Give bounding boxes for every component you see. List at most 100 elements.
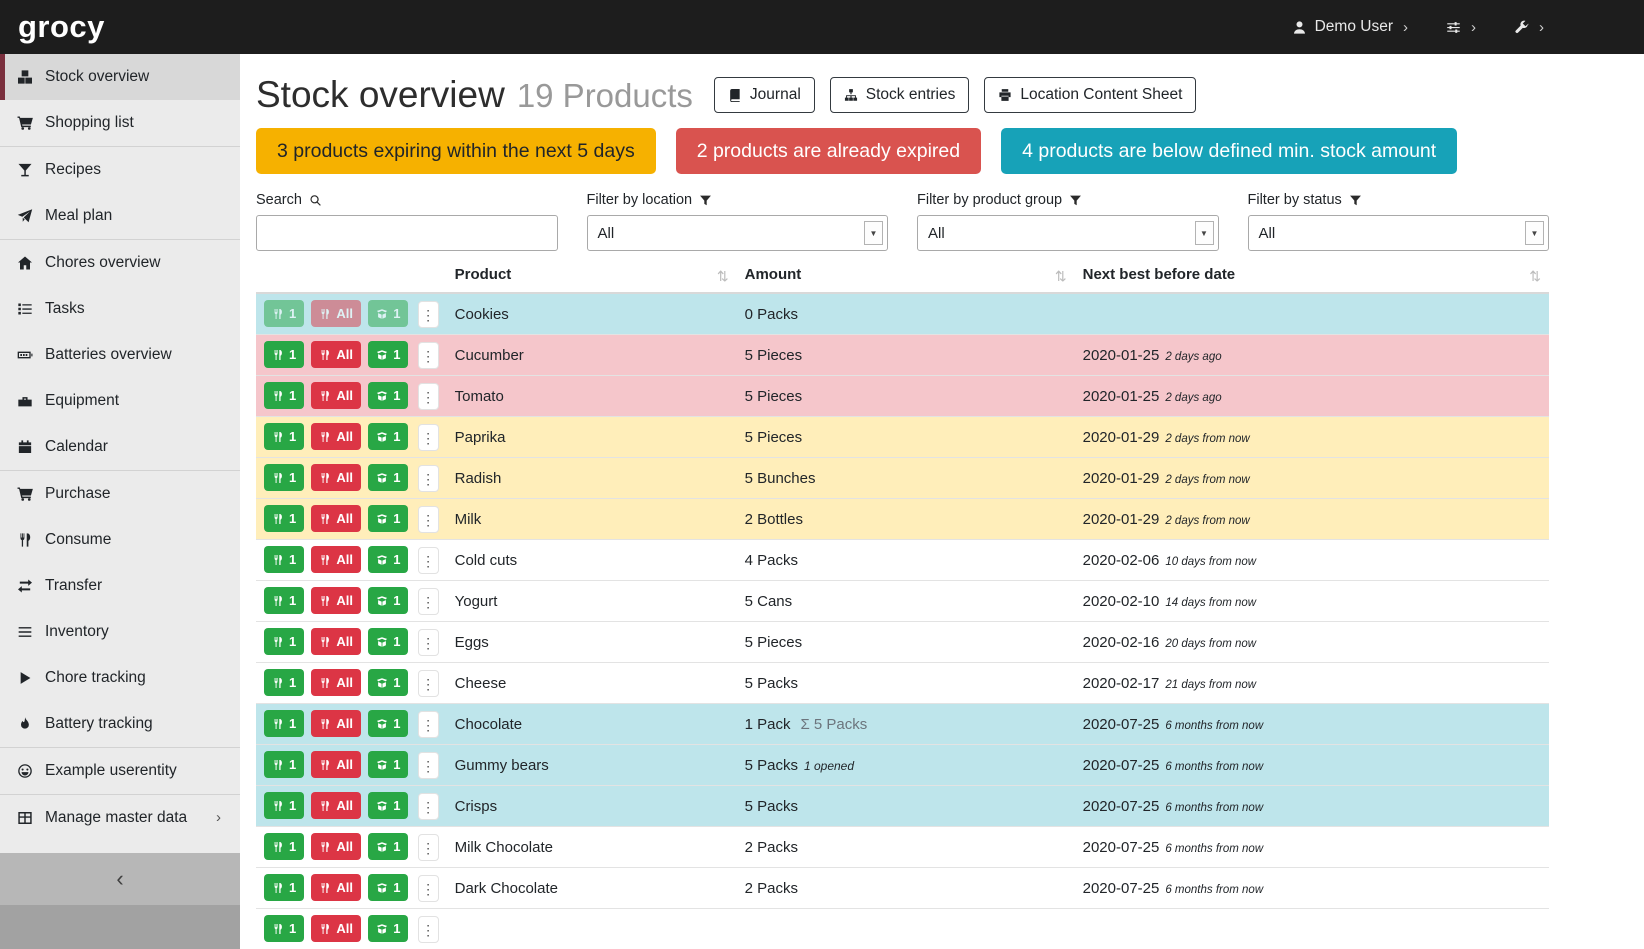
consume-all-button[interactable]: All <box>311 505 361 532</box>
consume-all-button[interactable]: All <box>311 628 361 655</box>
app-logo[interactable]: grocy <box>18 9 105 45</box>
open-one-button[interactable]: 1 <box>368 751 408 778</box>
sidebar-item-chores-overview[interactable]: Chores overview <box>0 240 240 286</box>
consume-all-button[interactable]: All <box>311 382 361 409</box>
consume-all-button[interactable]: All <box>311 792 361 819</box>
open-one-button[interactable]: 1 <box>368 874 408 901</box>
consume-all-button[interactable]: All <box>311 587 361 614</box>
filter-by-product-group-select[interactable]: All ▼ <box>917 215 1219 251</box>
filter-by-status-select[interactable]: All ▼ <box>1248 215 1550 251</box>
consume-one-button[interactable]: 1 <box>264 505 304 532</box>
open-one-button[interactable]: 1 <box>368 710 408 737</box>
row-menu-button[interactable]: ⋮ <box>418 342 439 369</box>
row-menu-button[interactable]: ⋮ <box>418 711 439 738</box>
open-one-button[interactable]: 1 <box>368 587 408 614</box>
sidebar-item-stock-overview[interactable]: Stock overview <box>0 54 240 100</box>
open-one-button[interactable]: 1 <box>368 464 408 491</box>
sidebar-item-calendar[interactable]: Calendar <box>0 424 240 471</box>
consume-all-button[interactable]: All <box>311 669 361 696</box>
sidebar-item-equipment[interactable]: Equipment <box>0 378 240 424</box>
consume-one-button[interactable]: 1 <box>264 751 304 778</box>
location-content-sheet-button[interactable]: Location Content Sheet <box>984 77 1196 113</box>
sidebar-item-transfer[interactable]: Transfer <box>0 563 240 609</box>
row-menu-button[interactable]: ⋮ <box>418 793 439 820</box>
consume-all-button[interactable]: All <box>311 423 361 450</box>
consume-one-button[interactable]: 1 <box>264 792 304 819</box>
consume-one-button[interactable]: 1 <box>264 833 304 860</box>
settings-menu[interactable]: › <box>1446 19 1476 36</box>
open-one-button[interactable]: 1 <box>368 546 408 573</box>
row-menu-button[interactable]: ⋮ <box>418 301 439 328</box>
consume-all-button[interactable]: All <box>311 915 361 942</box>
search-input[interactable] <box>256 215 558 251</box>
product-column-header[interactable]: Product ⇅ <box>447 261 737 293</box>
consume-one-button[interactable]: 1 <box>264 628 304 655</box>
open-one-button[interactable]: 1 <box>368 915 408 942</box>
sidebar-item-recipes[interactable]: Recipes <box>0 147 240 193</box>
sidebar-item-meal-plan[interactable]: Meal plan <box>0 193 240 240</box>
consume-all-button[interactable]: All <box>311 464 361 491</box>
open-one-button[interactable]: 1 <box>368 341 408 368</box>
consume-all-button[interactable]: All <box>311 874 361 901</box>
consume-all-button[interactable]: All <box>311 546 361 573</box>
consume-all-button[interactable]: All <box>311 710 361 737</box>
banner-warning[interactable]: 3 products expiring within the next 5 da… <box>256 128 656 174</box>
consume-one-button[interactable]: 1 <box>264 382 304 409</box>
stock-entries-button[interactable]: Stock entries <box>830 77 970 113</box>
consume-all-button[interactable]: All <box>311 341 361 368</box>
sidebar-item-manage-master-data[interactable]: Manage master data › <box>0 795 240 841</box>
sidebar-collapse-button[interactable]: ‹ <box>0 853 240 905</box>
sidebar-item-batteries-overview[interactable]: Batteries overview <box>0 332 240 378</box>
open-one-button[interactable]: 1 <box>368 628 408 655</box>
consume-all-button[interactable]: All <box>311 300 361 327</box>
sort-icon[interactable]: ⇅ <box>1055 268 1067 285</box>
open-one-button[interactable]: 1 <box>368 669 408 696</box>
sidebar-item-inventory[interactable]: Inventory <box>0 609 240 655</box>
open-one-button[interactable]: 1 <box>368 833 408 860</box>
consume-one-button[interactable]: 1 <box>264 874 304 901</box>
row-menu-button[interactable]: ⋮ <box>418 629 439 656</box>
sidebar-item-consume[interactable]: Consume <box>0 517 240 563</box>
consume-one-button[interactable]: 1 <box>264 341 304 368</box>
sidebar-item-example-userentity[interactable]: Example userentity <box>0 748 240 795</box>
open-one-button[interactable]: 1 <box>368 300 408 327</box>
row-menu-button[interactable]: ⋮ <box>418 670 439 697</box>
amount-column-header[interactable]: Amount ⇅ <box>737 261 1075 293</box>
consume-one-button[interactable]: 1 <box>264 300 304 327</box>
row-menu-button[interactable]: ⋮ <box>418 916 439 943</box>
row-menu-button[interactable]: ⋮ <box>418 588 439 615</box>
row-menu-button[interactable]: ⋮ <box>418 424 439 451</box>
admin-menu[interactable]: › <box>1514 19 1544 36</box>
sidebar-item-chore-tracking[interactable]: Chore tracking <box>0 655 240 701</box>
sidebar-item-battery-tracking[interactable]: Battery tracking <box>0 701 240 748</box>
consume-one-button[interactable]: 1 <box>264 915 304 942</box>
row-menu-button[interactable]: ⋮ <box>418 875 439 902</box>
filter-by-location-select[interactable]: All ▼ <box>587 215 889 251</box>
journal-button[interactable]: Journal <box>714 77 815 113</box>
sidebar-item-shopping-list[interactable]: Shopping list <box>0 100 240 147</box>
consume-one-button[interactable]: 1 <box>264 587 304 614</box>
consume-all-button[interactable]: All <box>311 833 361 860</box>
sort-icon[interactable]: ⇅ <box>717 268 729 285</box>
open-one-button[interactable]: 1 <box>368 382 408 409</box>
row-menu-button[interactable]: ⋮ <box>418 506 439 533</box>
sidebar-item-tasks[interactable]: Tasks <box>0 286 240 332</box>
consume-all-button[interactable]: All <box>311 751 361 778</box>
consume-one-button[interactable]: 1 <box>264 710 304 737</box>
consume-one-button[interactable]: 1 <box>264 423 304 450</box>
banner-info[interactable]: 4 products are below defined min. stock … <box>1001 128 1457 174</box>
open-one-button[interactable]: 1 <box>368 792 408 819</box>
banner-danger[interactable]: 2 products are already expired <box>676 128 981 174</box>
sidebar-item-purchase[interactable]: Purchase <box>0 471 240 517</box>
row-menu-button[interactable]: ⋮ <box>418 547 439 574</box>
row-menu-button[interactable]: ⋮ <box>418 465 439 492</box>
date-column-header[interactable]: Next best before date ⇅ <box>1075 261 1549 293</box>
row-menu-button[interactable]: ⋮ <box>418 383 439 410</box>
row-menu-button[interactable]: ⋮ <box>418 752 439 779</box>
user-menu[interactable]: Demo User › <box>1292 18 1408 36</box>
row-menu-button[interactable]: ⋮ <box>418 834 439 861</box>
consume-one-button[interactable]: 1 <box>264 464 304 491</box>
sort-icon[interactable]: ⇅ <box>1529 268 1541 285</box>
open-one-button[interactable]: 1 <box>368 423 408 450</box>
consume-one-button[interactable]: 1 <box>264 669 304 696</box>
